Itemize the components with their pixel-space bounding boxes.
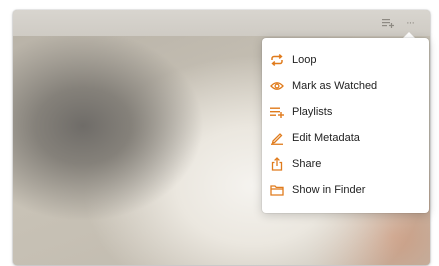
menu-item-label: Share <box>292 158 322 170</box>
eye-icon <box>270 79 284 93</box>
folder-icon <box>270 183 284 197</box>
options-menu: Loop Mark as Watched Playlists Edit Meta… <box>262 38 429 213</box>
menu-item-mark-as-watched[interactable]: Mark as Watched <box>262 74 429 98</box>
more-options-button[interactable]: ··· <box>402 16 418 30</box>
menu-item-edit-metadata[interactable]: Edit Metadata <box>262 126 429 150</box>
share-icon <box>270 157 284 171</box>
menu-item-share[interactable]: Share <box>262 152 429 176</box>
add-to-playlist-icon <box>382 19 394 28</box>
menu-item-label: Mark as Watched <box>292 80 378 92</box>
menu-item-loop[interactable]: Loop <box>262 48 429 72</box>
add-to-playlist-button[interactable] <box>380 16 396 30</box>
menu-item-playlists[interactable]: Playlists <box>262 100 429 124</box>
more-options-icon: ··· <box>406 17 415 29</box>
playlist-add-icon <box>270 105 284 119</box>
loop-icon <box>270 53 284 67</box>
menu-item-show-in-finder[interactable]: Show in Finder <box>262 178 429 202</box>
menu-item-label: Show in Finder <box>292 184 366 196</box>
menu-item-label: Loop <box>292 54 317 66</box>
menu-item-label: Playlists <box>292 106 333 118</box>
pencil-icon <box>270 131 284 145</box>
menu-item-label: Edit Metadata <box>292 132 360 144</box>
player-top-bar: ··· <box>13 10 430 36</box>
